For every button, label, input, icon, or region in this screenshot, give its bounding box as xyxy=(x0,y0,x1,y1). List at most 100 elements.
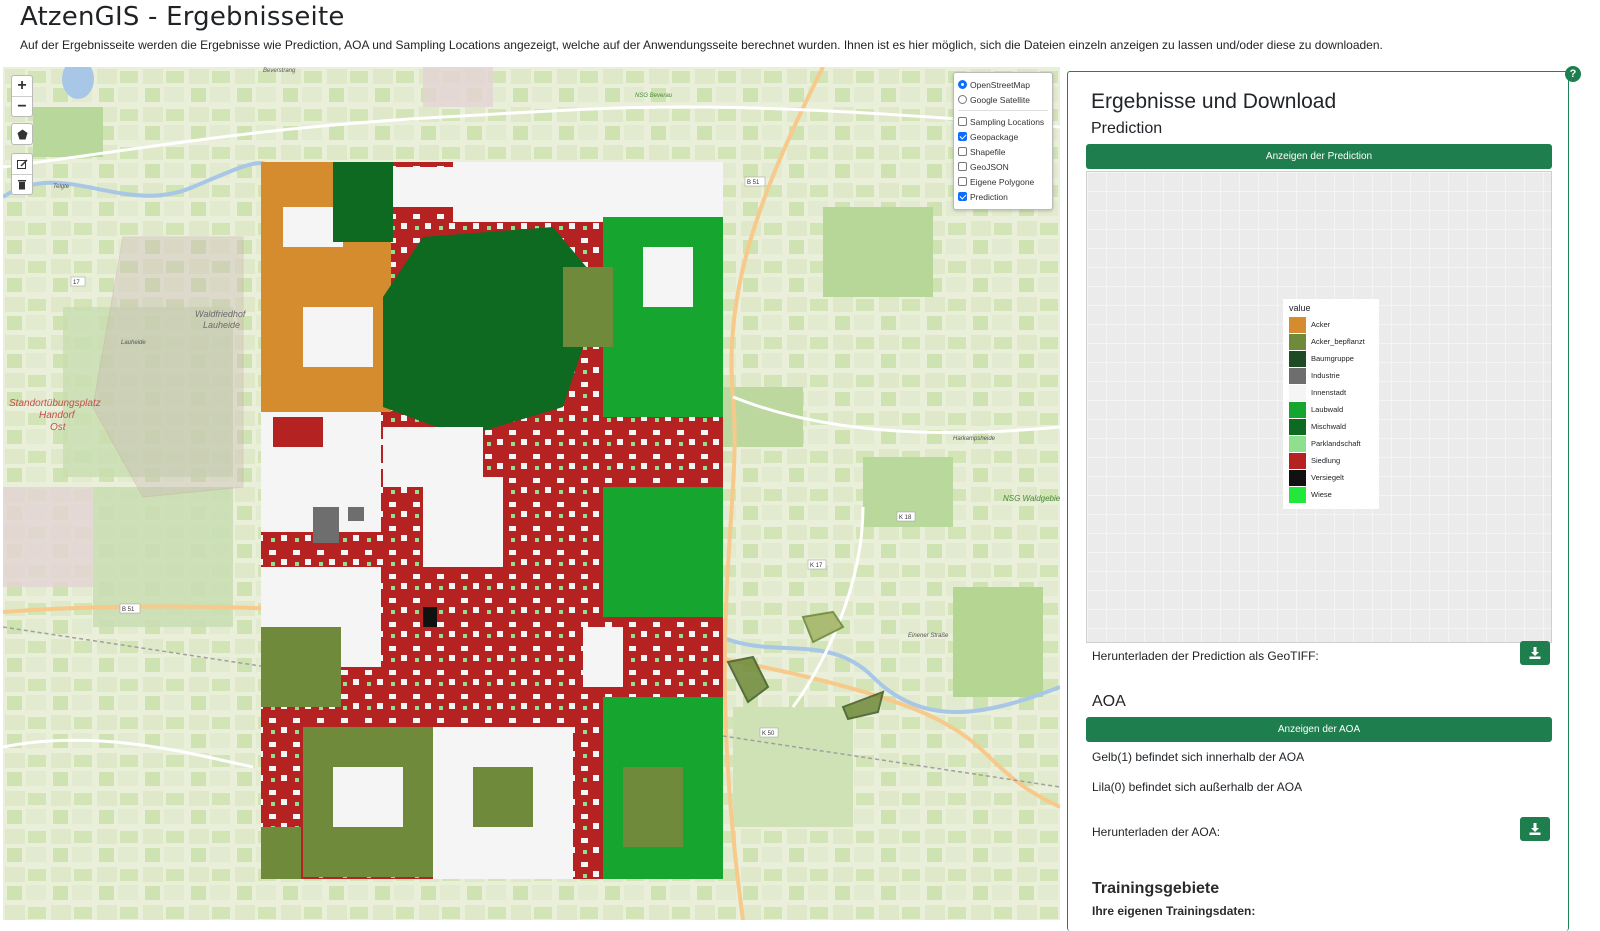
edit-icon xyxy=(16,158,28,169)
zoom-in-button[interactable]: + xyxy=(12,76,32,96)
legend-label: Siedlung xyxy=(1311,456,1341,465)
base-layer-osm[interactable]: OpenStreetMap xyxy=(958,77,1048,92)
legend-swatch xyxy=(1289,401,1306,418)
overlay-geopackage[interactable]: Geopackage xyxy=(958,129,1048,144)
radio-satellite[interactable] xyxy=(958,95,967,104)
map-label-waldfriedhof: Waldfriedhof xyxy=(195,309,247,319)
map-label-ost: Ost xyxy=(50,422,67,433)
layer-label-sampling: Sampling Locations xyxy=(970,116,1045,127)
trash-icon xyxy=(18,180,26,190)
checkbox-geopackage[interactable] xyxy=(958,132,967,141)
map-view[interactable]: Waldfriedhof Lauheide Standortübungsplat… xyxy=(3,67,1060,920)
map-label-beverstrang: Beverstrang xyxy=(263,68,296,74)
legend-label: Baumgruppe xyxy=(1311,354,1354,363)
prediction-download-label: Herunterladen der Prediction als GeoTIFF… xyxy=(1092,649,1319,663)
legend-title: value xyxy=(1289,303,1311,313)
training-subheading: Ihre eigenen Trainingsdaten: xyxy=(1092,904,1256,918)
map-label-telgte: Telgte xyxy=(53,184,70,190)
overlay-sampling-locations[interactable]: Sampling Locations xyxy=(958,114,1048,129)
checkbox-eigene-polygone[interactable] xyxy=(958,177,967,186)
page-title: AtzenGIS - Ergebnisseite xyxy=(20,2,345,32)
legend-label: Innenstadt xyxy=(1311,388,1347,397)
panel-title: Ergebnisse und Download xyxy=(1091,90,1337,113)
edit-layers-button[interactable] xyxy=(12,154,32,174)
show-prediction-button[interactable]: Anzeigen der Prediction xyxy=(1086,144,1552,169)
overlay-geojson[interactable]: GeoJSON xyxy=(958,159,1048,174)
checkbox-shapefile[interactable] xyxy=(958,147,967,156)
legend-item: Laubwald xyxy=(1289,401,1375,418)
prediction-heading: Prediction xyxy=(1091,120,1163,137)
map-road-k17: K 17 xyxy=(810,563,823,569)
zoom-control: + − xyxy=(11,75,33,117)
map-label-lauheide-street: Lauheide xyxy=(121,340,146,346)
results-panel: Ergebnisse und Download Prediction Anzei… xyxy=(1067,71,1569,931)
map-road-b51-a: B 51 xyxy=(747,180,760,186)
legend-swatch xyxy=(1289,367,1306,384)
layer-label-osm: OpenStreetMap xyxy=(970,79,1031,90)
zoom-out-button[interactable]: − xyxy=(12,96,32,116)
download-aoa-button[interactable] xyxy=(1520,817,1550,841)
legend-label: Acker xyxy=(1311,320,1331,329)
map-road-b51-b: B 51 xyxy=(122,607,135,613)
overlay-shapefile[interactable]: Shapefile xyxy=(958,144,1048,159)
base-map[interactable]: Waldfriedhof Lauheide Standortübungsplat… xyxy=(3,67,1060,920)
aoa-heading: AOA xyxy=(1092,693,1126,710)
legend-item: Acker_bepflanzt xyxy=(1289,333,1375,350)
legend-swatch xyxy=(1289,486,1306,503)
legend-label: Versiegelt xyxy=(1311,473,1344,482)
map-road-k18: K 18 xyxy=(899,515,912,521)
legend-label: Mischwald xyxy=(1311,422,1347,431)
page-description: Auf der Ergebnisseite werden die Ergebni… xyxy=(20,38,1383,52)
polygon-icon xyxy=(17,129,27,139)
checkbox-geojson[interactable] xyxy=(958,162,967,171)
legend-items: Acker Acker_bepflanzt Baumgruppe Industrie I… xyxy=(1289,316,1375,503)
radio-osm[interactable] xyxy=(958,80,967,89)
draw-polygon-control xyxy=(11,123,33,145)
checkbox-prediction[interactable] xyxy=(958,192,967,201)
layer-separator xyxy=(958,110,1048,111)
download-icon xyxy=(1529,647,1541,659)
layer-label-geojson: GeoJSON xyxy=(970,161,1009,172)
edit-control xyxy=(11,153,33,195)
legend-item: Siedlung xyxy=(1289,452,1375,469)
training-heading: Trainingsgebiete xyxy=(1092,880,1220,897)
legend-item: Parklandschaft xyxy=(1289,435,1375,452)
legend-item: Baumgruppe xyxy=(1289,350,1375,367)
legend-label: Acker_bepflanzt xyxy=(1311,337,1365,346)
base-layer-satellite[interactable]: Google Satellite xyxy=(958,92,1048,107)
legend-item: Wiese xyxy=(1289,486,1375,503)
delete-layers-button[interactable] xyxy=(12,174,32,194)
legend-swatch xyxy=(1289,452,1306,469)
aoa-download-label: Herunterladen der AOA: xyxy=(1092,825,1221,839)
legend-label: Industrie xyxy=(1311,371,1340,380)
layer-label-satellite: Google Satellite xyxy=(970,94,1031,105)
legend-item: Mischwald xyxy=(1289,418,1375,435)
map-label-lauheide: Lauheide xyxy=(203,320,240,330)
legend-swatch xyxy=(1289,469,1306,486)
overlay-eigene-polygone[interactable]: Eigene Polygone xyxy=(958,174,1048,189)
layer-label-prediction: Prediction xyxy=(970,191,1008,202)
legend-item: Acker xyxy=(1289,316,1375,333)
draw-polygon-button[interactable] xyxy=(12,124,32,144)
layer-label-geopackage: Geopackage xyxy=(970,131,1019,142)
download-icon xyxy=(1529,823,1541,835)
legend-swatch xyxy=(1289,384,1306,401)
legend-swatch xyxy=(1289,316,1306,333)
aoa-outside-text: Lila(0) befindet sich außerhalb der AOA xyxy=(1092,780,1303,794)
map-label-nsg: NSG Waldgebiet Harkampsheide xyxy=(1003,494,1060,503)
legend-swatch xyxy=(1289,333,1306,350)
show-aoa-button[interactable]: Anzeigen der AOA xyxy=(1086,717,1552,742)
legend-label: Parklandschaft xyxy=(1311,439,1361,448)
layer-label-shapefile: Shapefile xyxy=(970,146,1006,157)
layer-control: OpenStreetMap Google Satellite Sampling … xyxy=(953,72,1053,210)
map-label-handorf: Handorf xyxy=(39,410,76,421)
legend-swatch xyxy=(1289,350,1306,367)
checkbox-sampling[interactable] xyxy=(958,117,967,126)
legend-item: Versiegelt xyxy=(1289,469,1375,486)
overlay-prediction[interactable]: Prediction xyxy=(958,189,1048,204)
prediction-legend: value Acker Acker_bepflanzt Baumgruppe Indu… xyxy=(1283,299,1379,509)
map-road-k50: K 50 xyxy=(762,731,775,737)
prediction-layer xyxy=(261,162,723,879)
download-prediction-button[interactable] xyxy=(1520,641,1550,665)
legend-item: Industrie xyxy=(1289,367,1375,384)
